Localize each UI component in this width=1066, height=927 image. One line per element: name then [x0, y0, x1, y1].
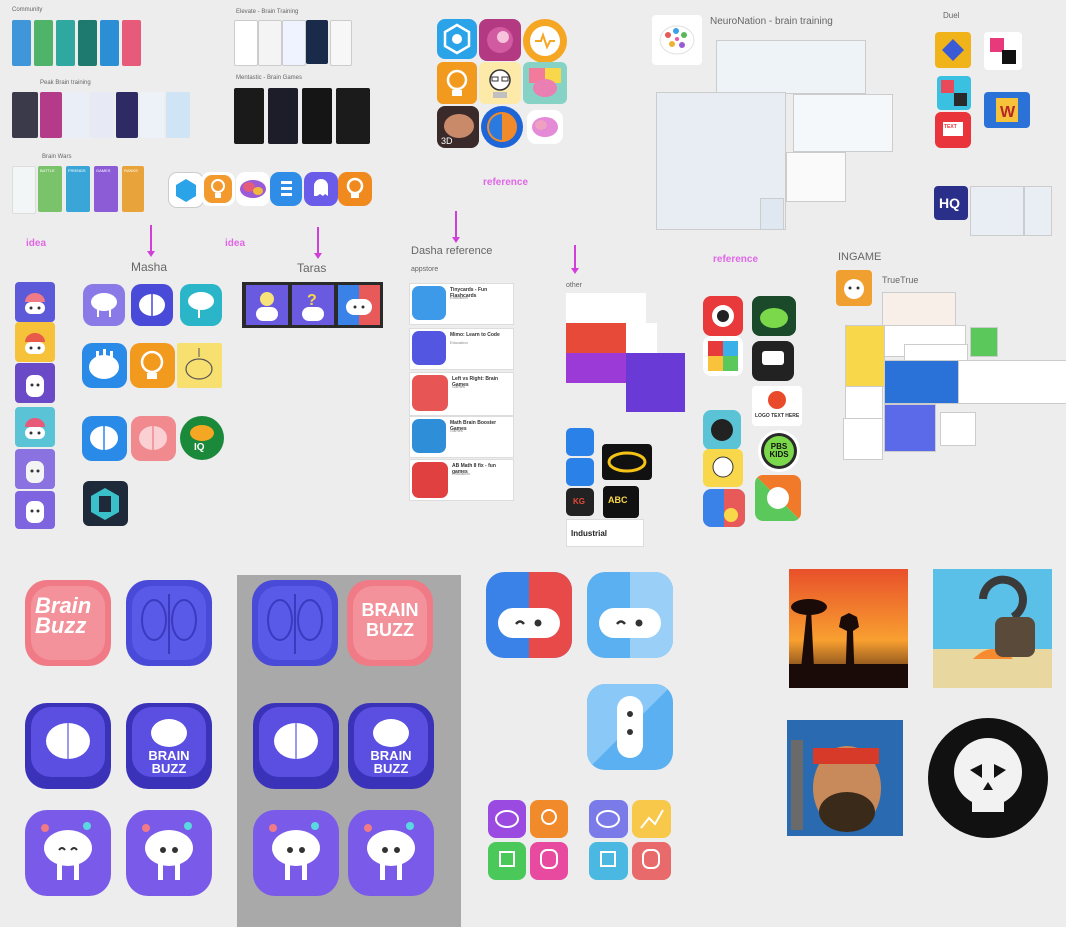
svg-text:W: W [1000, 104, 1016, 121]
svg-text:3D: 3D [441, 136, 453, 146]
math-brain-icon [412, 419, 446, 453]
bw-tab-battle: BATTLE [40, 168, 55, 173]
brainwars-label: Brain Wars [42, 154, 72, 160]
duel-title: Duel [943, 11, 960, 20]
elevate-label: Elevate - Brain Training [236, 9, 299, 15]
dasha-label: Dasha reference [411, 245, 493, 257]
arrow-dasha [452, 211, 460, 243]
list-item[interactable]: Left vs Right: Brain Games Games [409, 372, 514, 416]
pirate-sunset-image [789, 569, 908, 688]
list-item[interactable]: Mimo: Learn to Code Education [409, 328, 514, 370]
arrow-taras [314, 227, 322, 259]
neuronation-title: NeuroNation - brain training [710, 16, 833, 27]
community-label: Community [12, 7, 43, 13]
list-item[interactable]: Tinycards - Fun Flashcards Education [409, 283, 514, 325]
pbs-kids-text: PBS KIDS [769, 442, 789, 459]
truetrue-label: TrueTrue [882, 275, 919, 285]
item-title: Mimo: Learn to Code [450, 332, 500, 338]
left-right-icon [412, 375, 448, 411]
industrial-text: Industrial [571, 529, 608, 538]
iq-text: IQ [194, 442, 205, 453]
idea-label-2: idea [225, 238, 246, 249]
neuronation-logo [652, 15, 702, 65]
brain-buzz-caps2-row2a: BUZZ [151, 761, 187, 776]
hq-icon: HQ [934, 186, 968, 220]
four-grid-color-icon [488, 800, 568, 880]
reference-label-2: reference [713, 254, 759, 265]
bw-tab-games: GAMES [96, 168, 111, 173]
list-item[interactable]: AB Math 8 fix - fun games Education [409, 459, 514, 501]
brain-buzz-caps1: BRAIN [361, 600, 419, 620]
appstore-label: appstore [411, 266, 439, 273]
duel-text-icon-label: TEXT [944, 124, 957, 130]
taras-label: Taras [297, 261, 327, 275]
peak-label: Peak Brain training [40, 80, 91, 86]
four-grid-pastel-icon [589, 800, 671, 880]
item-subtitle: Games [450, 428, 463, 433]
other-label: other [566, 282, 582, 289]
kg-text: KG [573, 497, 585, 506]
list-item[interactable]: Math Brain Booster Games Games [409, 416, 514, 458]
arrow-other [571, 245, 579, 274]
hq-text: HQ [939, 195, 960, 211]
skull-emblem-image [926, 716, 1050, 840]
brain-buzz-caps2-row2b: BUZZ [373, 761, 409, 776]
pirate-face-image [787, 720, 903, 836]
arrow-masha [147, 225, 155, 257]
item-subtitle: Games [452, 384, 465, 389]
mindmeld-label: Mentastic - Brain Games [236, 75, 303, 81]
tinycards-icon [412, 286, 446, 320]
ingame-label: INGAME [838, 251, 882, 263]
logo-text-here: LOGO TEXT HERE [755, 413, 800, 419]
item-subtitle: Education [450, 340, 468, 345]
brain-buzz-line2: Buzz [35, 613, 87, 638]
bw-tab-friends: FRIENDS [68, 168, 86, 173]
item-subtitle: Education [452, 471, 470, 476]
item-subtitle: Education [450, 295, 468, 300]
brain-buzz-caps2: BUZZ [366, 620, 414, 640]
idea-label-1: idea [26, 238, 47, 249]
mimo-icon [412, 331, 446, 365]
bw-tab-ranks: RANKS [124, 168, 138, 173]
taras-strip: ? [242, 282, 383, 328]
svg-text:?: ? [307, 292, 317, 309]
pirate-hook-image [933, 569, 1052, 688]
masha-label: Masha [131, 260, 168, 274]
reference-label-1: reference [483, 177, 529, 188]
abc-text: ABC [608, 495, 628, 505]
ab-math-icon [412, 462, 448, 498]
